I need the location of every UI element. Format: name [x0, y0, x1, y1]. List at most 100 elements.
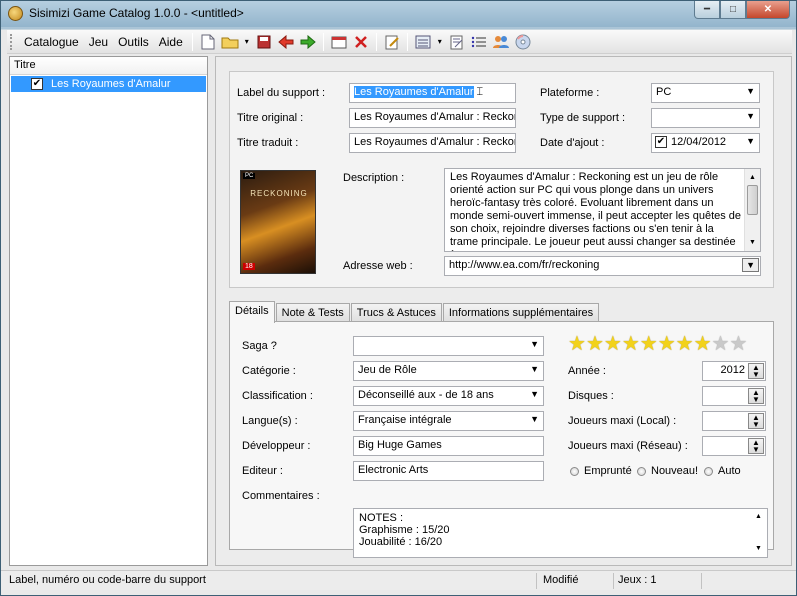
star-icon[interactable]: ★ — [586, 334, 604, 354]
option-auto[interactable]: Auto — [704, 465, 741, 477]
view-icon[interactable] — [413, 32, 433, 52]
editeur-input[interactable]: Electronic Arts — [353, 461, 544, 481]
list-icon[interactable] — [469, 32, 489, 52]
classification-label: Classification : — [242, 390, 313, 402]
commentaire-line: Jouabilité : 16/20 — [359, 536, 443, 548]
plateforme-select[interactable]: PC ▼ — [651, 83, 760, 103]
saga-select[interactable]: ▼ — [353, 336, 544, 356]
tab-trucs-astuces[interactable]: Trucs & Astuces — [350, 303, 442, 322]
spinner-arrows-icon[interactable]: ▲ ▼ — [748, 413, 764, 429]
developpeur-input[interactable]: Big Huge Games — [353, 436, 544, 456]
commentaires-textarea[interactable]: NOTES : Graphisme : 15/20 Jouabilité : 1… — [353, 508, 768, 558]
scroll-up-icon[interactable]: ▲ — [755, 511, 762, 523]
edit-icon[interactable] — [382, 32, 402, 52]
cover-platform-badge: PC — [243, 173, 256, 179]
menu-jeu[interactable]: Jeu — [84, 35, 113, 49]
titre-traduit-label: Titre traduit : — [237, 137, 299, 149]
star-icon[interactable]: ★ — [604, 334, 622, 354]
label-support-input[interactable]: Les Royaumes d'Amalur ⌶ — [349, 83, 516, 103]
tab-details[interactable]: Détails — [229, 301, 275, 323]
title-bar[interactable]: Sisimizi Game Catalog 1.0.0 - <untitled>… — [1, 1, 796, 27]
langue-select[interactable]: Française intégrale ▼ — [353, 411, 544, 431]
type-support-select[interactable]: ▼ — [651, 108, 760, 128]
detail-tabs: Détails Note & Tests Trucs & Astuces Inf… — [229, 301, 600, 323]
menu-outils[interactable]: Outils — [113, 35, 154, 49]
plateforme-value: PC — [656, 86, 672, 98]
spinner-arrows-icon[interactable]: ▲ ▼ — [748, 363, 764, 379]
toolbar-grip[interactable] — [10, 33, 14, 50]
menu-aide[interactable]: Aide — [154, 35, 188, 49]
open-icon[interactable] — [220, 32, 240, 52]
open-dropdown-icon[interactable]: ▾ — [242, 32, 252, 52]
new-game-icon[interactable] — [329, 32, 349, 52]
toolbar-separator — [406, 32, 408, 51]
radio-icon[interactable] — [704, 466, 713, 476]
users-icon[interactable] — [491, 32, 511, 52]
forward-icon[interactable] — [298, 32, 318, 52]
option-emprunte[interactable]: Emprunté — [570, 465, 632, 477]
toolbar-separator — [191, 32, 193, 51]
date-ajout-checkbox[interactable]: ✔ — [655, 136, 667, 149]
minimize-button[interactable]: ━ — [694, 1, 720, 19]
annee-value: 2012 — [720, 364, 745, 376]
date-ajout-picker[interactable]: ✔ 12/04/2012 ▼ — [651, 133, 760, 153]
star-icon[interactable]: ★ — [694, 334, 712, 354]
game-list-item[interactable]: ✔ Les Royaumes d'Amalur — [11, 76, 206, 92]
view-dropdown-icon[interactable]: ▾ — [435, 32, 445, 52]
game-checkbox[interactable]: ✔ — [31, 78, 43, 90]
chevron-down-icon[interactable]: ▼ — [742, 258, 759, 272]
saga-label: Saga ? — [242, 340, 277, 352]
titre-original-input[interactable]: Les Royaumes d'Amalur : Reckoning — [349, 108, 516, 128]
classification-select[interactable]: Déconseillé aux - de 18 ans ▼ — [353, 386, 544, 406]
description-textarea[interactable]: Les Royaumes d'Amalur : Reckoning est un… — [444, 168, 761, 252]
star-icon[interactable]: ★ — [729, 334, 747, 354]
joueurs-reseau-label: Joueurs maxi (Réseau) : — [568, 440, 688, 452]
spinner-arrows-icon[interactable]: ▲ ▼ — [748, 438, 764, 454]
disc-icon[interactable] — [513, 32, 533, 52]
column-header-titre[interactable]: Titre — [10, 57, 207, 75]
details-tab-panel: Saga ? ▼ Catégorie : Jeu de Rôle ▼ Class… — [229, 321, 774, 558]
langue-label: Langue(s) : — [242, 415, 298, 427]
close-button[interactable]: ✕ — [746, 1, 790, 19]
description-scrollbar[interactable]: ▲ ▼ — [744, 169, 760, 251]
game-cover-image[interactable]: PC RECKONING 18 — [240, 170, 316, 274]
spinner-arrows-icon[interactable]: ▲ ▼ — [748, 388, 764, 404]
star-icon[interactable]: ★ — [676, 334, 694, 354]
adresse-web-combo[interactable]: http://www.ea.com/fr/reckoning ▼ — [444, 256, 761, 276]
panel-splitter[interactable] — [210, 56, 214, 566]
delete-icon[interactable] — [351, 32, 371, 52]
star-icon[interactable]: ★ — [568, 334, 586, 354]
categorie-select[interactable]: Jeu de Rôle ▼ — [353, 361, 544, 381]
categorie-label: Catégorie : — [242, 365, 296, 377]
star-icon[interactable]: ★ — [640, 334, 658, 354]
option-nouveau[interactable]: Nouveau! — [637, 465, 698, 477]
scroll-down-icon[interactable]: ▼ — [749, 236, 756, 249]
back-icon[interactable] — [276, 32, 296, 52]
titre-traduit-input[interactable]: Les Royaumes d'Amalur : Reckoning — [349, 133, 516, 153]
tab-informations[interactable]: Informations supplémentaires — [442, 303, 600, 322]
disques-spinner[interactable]: ▲ ▼ — [702, 386, 766, 406]
menu-catalogue[interactable]: Catalogue — [19, 35, 84, 49]
maximize-button[interactable]: □ — [720, 1, 746, 19]
star-icon[interactable]: ★ — [712, 334, 730, 354]
scroll-up-icon[interactable]: ▲ — [749, 171, 756, 184]
status-state: Modifié — [543, 574, 579, 586]
new-icon[interactable] — [198, 32, 218, 52]
radio-icon[interactable] — [637, 466, 646, 476]
status-bar: Label, numéro ou code-barre du support M… — [1, 570, 796, 590]
edit-list-icon[interactable] — [447, 32, 467, 52]
annee-spinner[interactable]: 2012 ▲ ▼ — [702, 361, 766, 381]
star-icon[interactable]: ★ — [622, 334, 640, 354]
radio-icon[interactable] — [570, 466, 579, 476]
joueurs-local-spinner[interactable]: ▲ ▼ — [702, 411, 766, 431]
rating-stars[interactable]: ★ ★ ★ ★ ★ ★ ★ ★ ★ ★ — [568, 334, 747, 354]
scroll-down-icon[interactable]: ▼ — [755, 543, 762, 555]
commentaires-scrollbar[interactable]: ▲ ▼ — [751, 509, 767, 557]
scroll-thumb[interactable] — [747, 185, 758, 215]
game-title: Les Royaumes d'Amalur — [51, 78, 171, 90]
joueurs-reseau-spinner[interactable]: ▲ ▼ — [702, 436, 766, 456]
star-icon[interactable]: ★ — [658, 334, 676, 354]
description-label: Description : — [343, 172, 405, 184]
save-icon[interactable] — [254, 32, 274, 52]
tab-note-tests[interactable]: Note & Tests — [275, 303, 350, 322]
